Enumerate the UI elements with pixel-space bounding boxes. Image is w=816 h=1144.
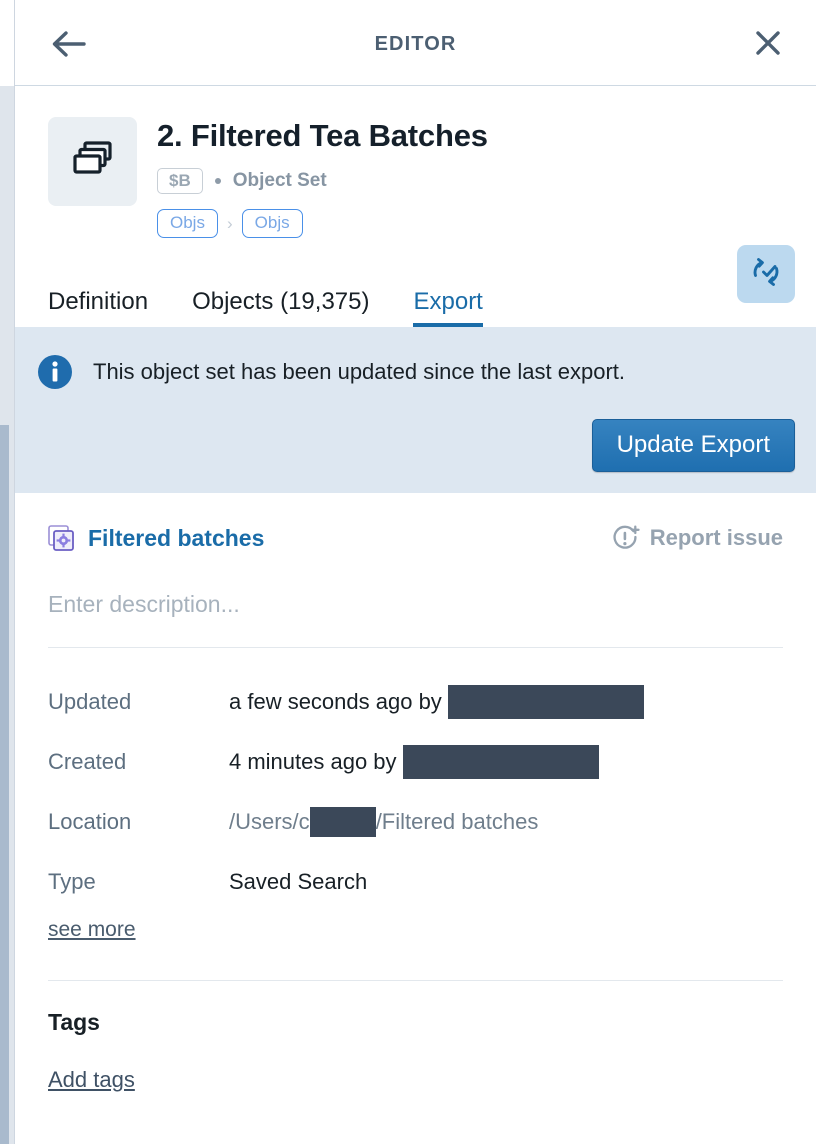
metadata-value: /Users/c/Filtered batches [229,807,538,837]
tab-objects[interactable]: Objects (19,375) [192,288,369,327]
see-more-link[interactable]: see more [48,918,136,942]
details-section: Filtered batches Report issue Enter desc… [15,493,816,981]
metadata-value-text: Saved Search [229,869,368,894]
tab-bar: Definition Objects (19,375) Export [15,271,816,327]
chevron-right-icon: › [226,213,233,233]
metadata-value-text: 4 minutes ago by [229,749,397,774]
metadata-label: Location [48,809,132,834]
metadata-list: Updated a few seconds ago by Created 4 m… [48,672,783,912]
banner-message-row: This object set has been updated since t… [36,353,795,391]
metadata-value-tail: /Filtered batches [375,809,539,834]
info-circle-icon [36,353,74,391]
object-summary: 2. Filtered Tea Batches $B Object Set Ob… [15,86,816,303]
metadata-value: 4 minutes ago by [229,745,599,779]
details-divider [48,647,783,648]
tab-definition[interactable]: Definition [48,288,148,327]
report-issue-label: Report issue [649,525,783,550]
metadata-label: Updated [48,689,132,714]
metadata-row-location: Location /Users/c/Filtered batches [48,792,783,852]
description-input[interactable]: Enter description... [48,591,783,618]
saved-search-link[interactable]: Filtered batches [48,525,264,552]
close-button[interactable] [748,25,788,65]
metadata-label: Type [48,869,96,894]
object-path-row: Objs › Objs [157,207,706,240]
metadata-row-updated: Updated a few seconds ago by [48,672,783,732]
metadata-value-text: /Users/c [229,809,310,834]
saved-search-name: Filtered batches [88,524,265,551]
update-export-button[interactable]: Update Export [591,419,795,472]
add-tags-link[interactable]: Add tags [48,1067,135,1093]
metadata-row-type: Type Saved Search [48,852,783,912]
path-pill-target[interactable]: Objs [241,208,303,239]
saved-search-icon [48,524,75,552]
currency-badge: $B [157,167,203,194]
metadata-value: a few seconds ago by [229,685,644,719]
redacted-user-created [402,745,599,779]
editor-panel: EDITOR 2. Filtered Tea Batches $B Object… [14,0,816,1144]
object-type-icon-box [48,117,137,206]
vertical-scrollbar-thumb[interactable] [0,425,9,1144]
close-icon [753,28,783,63]
panel-title: EDITOR [374,33,457,55]
stacked-cards-icon [70,139,116,184]
tags-heading: Tags [48,1009,100,1035]
panel-header: EDITOR [15,0,816,86]
report-issue-icon [611,524,640,553]
metadata-label: Created [48,749,127,774]
left-gutter-top [0,0,14,86]
redacted-user-updated [447,685,644,719]
tab-export[interactable]: Export [413,288,484,327]
object-meta-row: $B Object Set [157,166,706,195]
saved-search-row: Filtered batches Report issue [48,518,783,558]
banner-message: This object set has been updated since t… [93,359,625,384]
tags-section: Tags Add tags [15,981,816,1093]
object-title-group: 2. Filtered Tea Batches $B Object Set Ob… [157,118,706,240]
update-banner: This object set has been updated since t… [15,327,816,493]
metadata-value-text: a few seconds ago by [229,689,442,714]
report-issue-button[interactable]: Report issue [611,524,783,553]
redacted-location-segment [309,807,376,837]
object-type-label: Object Set [232,169,327,191]
object-title: 2. Filtered Tea Batches [157,118,488,153]
metadata-row-created: Created 4 minutes ago by [48,732,783,792]
meta-separator-dot [214,177,221,184]
left-gutter [0,0,14,1144]
metadata-value: Saved Search [229,869,367,895]
path-pill-source[interactable]: Objs [157,208,218,239]
screen-root: EDITOR 2. Filtered Tea Batches $B Object… [0,0,816,1144]
banner-actions: Update Export [36,419,795,472]
